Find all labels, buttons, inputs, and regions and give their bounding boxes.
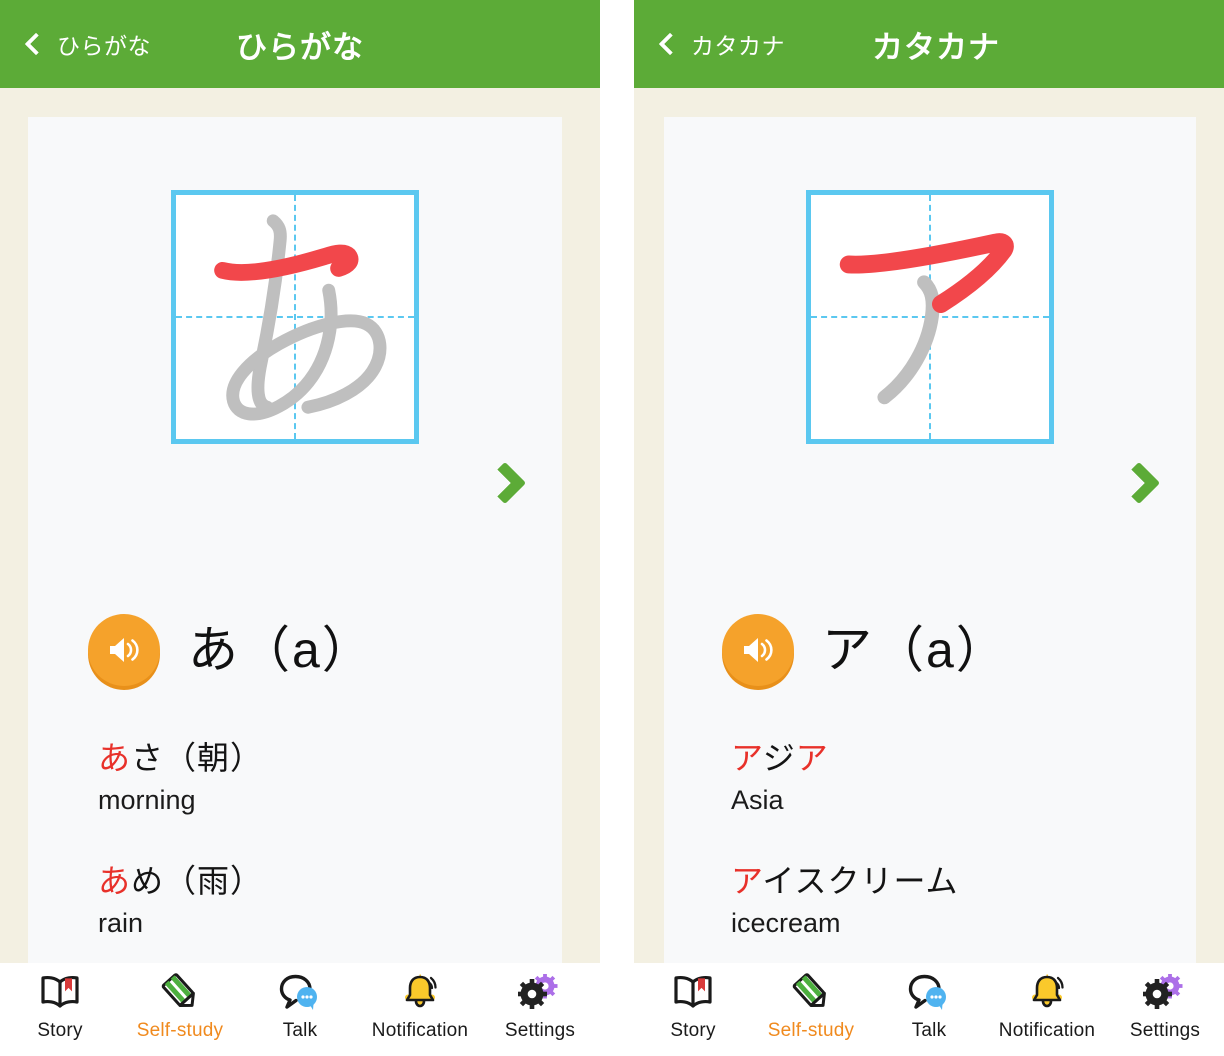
vocabulary-highlight-char-2: ア	[795, 740, 829, 776]
play-audio-button-hiragana[interactable]	[88, 614, 160, 686]
vocabulary-rest: さ（朝）	[131, 740, 264, 776]
app-header-hiragana: ひらがな ひらがな	[0, 0, 600, 88]
vocabulary-item: アイスクリーム icecream	[731, 860, 1171, 943]
vocabulary-japanese: アジア	[731, 737, 1171, 779]
vocabulary-item: あさ（朝） morning	[98, 737, 538, 820]
chevron-left-icon	[24, 32, 48, 55]
vocabulary-rest: ジ	[762, 740, 796, 776]
back-button-katakana[interactable]: カタカナ	[658, 27, 785, 61]
dual-screenshot-container: ひらがな ひらがな あ（a） あさ（朝） morning あめ（雨） rain …	[0, 0, 1224, 1056]
speaker-icon	[744, 638, 773, 662]
screen-hiragana: ひらがな ひらがな あ（a） あさ（朝） morning あめ（雨） rain …	[0, 0, 600, 1056]
vocabulary-highlight-char: あ	[98, 740, 132, 776]
reading-row-hiragana: あ（a）	[88, 614, 374, 686]
tab-settings[interactable]: Settings	[480, 971, 600, 1042]
screen-separator	[600, 0, 634, 1056]
vocabulary-highlight-char: あ	[98, 863, 132, 900]
vocabulary-item: アジア Asia	[731, 737, 1171, 820]
tab-label: Talk	[282, 1020, 318, 1041]
back-button-label: ひらがな	[57, 33, 151, 59]
tab-label: Self-study	[767, 1020, 855, 1041]
bottom-navigation-right: Story Self-study Talk Notification Setti…	[634, 963, 1224, 1056]
back-button-hiragana[interactable]: ひらがな	[24, 27, 151, 61]
vocabulary-highlight-char: ア	[731, 740, 763, 776]
reading-row-katakana: ア（a）	[722, 614, 1008, 686]
vocabulary-highlight-char: ア	[731, 863, 763, 900]
tab-label: Self-study	[136, 1020, 224, 1041]
chevron-right-icon	[483, 461, 527, 505]
vocabulary-english: icecream	[731, 908, 841, 939]
pencil-icon	[791, 971, 831, 1013]
vocabulary-japanese: アイスクリーム	[731, 860, 1171, 902]
vocabulary-english: morning	[98, 785, 196, 816]
character-strokes-a-hiragana	[214, 214, 387, 421]
tab-story[interactable]: Story	[0, 971, 120, 1042]
tab-label: Story	[37, 1020, 83, 1041]
content-area-hiragana: あ（a） あさ（朝） morning あめ（雨） rain	[0, 88, 600, 963]
character-strokes-a-katakana	[839, 233, 1014, 405]
chevron-right-icon	[1117, 461, 1161, 505]
bell-icon	[400, 971, 440, 1013]
next-character-button-hiragana[interactable]	[483, 461, 530, 510]
lesson-card-hiragana: あ（a） あさ（朝） morning あめ（雨） rain	[28, 117, 562, 963]
vocabulary-list-katakana: アジア Asia アイスクリーム icecream	[731, 737, 1171, 963]
speaker-icon	[110, 638, 139, 662]
stroke-order-grid-katakana[interactable]	[806, 190, 1054, 444]
bottom-navigation-left: Story Self-study Talk Notification Setti…	[0, 963, 600, 1056]
reading-text-hiragana: あ（a）	[188, 622, 374, 678]
tab-talk[interactable]: Talk	[870, 971, 988, 1042]
open-book-icon	[40, 971, 80, 1013]
tab-label: Settings	[1129, 1020, 1201, 1041]
next-character-button-katakana[interactable]	[1117, 461, 1164, 510]
tab-notification[interactable]: Notification	[360, 971, 480, 1042]
app-header-katakana: カタカナ カタカナ	[634, 0, 1224, 88]
stroke-order-grid-hiragana[interactable]	[171, 190, 419, 444]
tab-settings[interactable]: Settings	[1106, 971, 1224, 1042]
play-audio-button-katakana[interactable]	[722, 614, 794, 686]
speech-bubble-icon	[908, 971, 950, 1013]
vocabulary-english: Asia	[731, 785, 784, 816]
tab-label: Settings	[504, 1020, 576, 1041]
back-button-label: カタカナ	[691, 33, 785, 59]
vocabulary-item: あめ（雨） rain	[98, 860, 538, 943]
content-area-katakana: ア（a） アジア Asia アイスクリーム icecream	[634, 88, 1224, 963]
lesson-card-katakana: ア（a） アジア Asia アイスクリーム icecream	[664, 117, 1196, 963]
gears-icon	[1143, 971, 1187, 1013]
tab-label: Story	[670, 1020, 716, 1041]
tab-self-study[interactable]: Self-study	[120, 971, 240, 1042]
bell-icon	[1027, 971, 1067, 1013]
chevron-left-icon	[658, 32, 682, 55]
speech-bubble-icon	[279, 971, 321, 1013]
tab-self-study[interactable]: Self-study	[752, 971, 870, 1042]
pencil-icon	[160, 971, 200, 1013]
tab-label: Talk	[911, 1020, 947, 1041]
open-book-icon	[673, 971, 713, 1013]
vocabulary-japanese: あめ（雨）	[98, 860, 538, 902]
tab-label: Notification	[371, 1020, 469, 1041]
tab-story[interactable]: Story	[634, 971, 752, 1042]
vocabulary-english: rain	[98, 908, 144, 939]
vocabulary-list-hiragana: あさ（朝） morning あめ（雨） rain	[98, 737, 538, 963]
tab-label: Notification	[998, 1020, 1096, 1041]
vocabulary-rest: イスクリーム	[762, 863, 959, 900]
vocabulary-rest: め（雨）	[131, 863, 264, 900]
reading-text-katakana: ア（a）	[822, 622, 1008, 678]
screen-katakana: カタカナ カタカナ ア（a） アジア Asia アイスクリーム icecream…	[634, 0, 1224, 1056]
gears-icon	[518, 971, 562, 1013]
vocabulary-japanese: あさ（朝）	[98, 737, 538, 779]
tab-notification[interactable]: Notification	[988, 971, 1106, 1042]
tab-talk[interactable]: Talk	[240, 971, 360, 1042]
